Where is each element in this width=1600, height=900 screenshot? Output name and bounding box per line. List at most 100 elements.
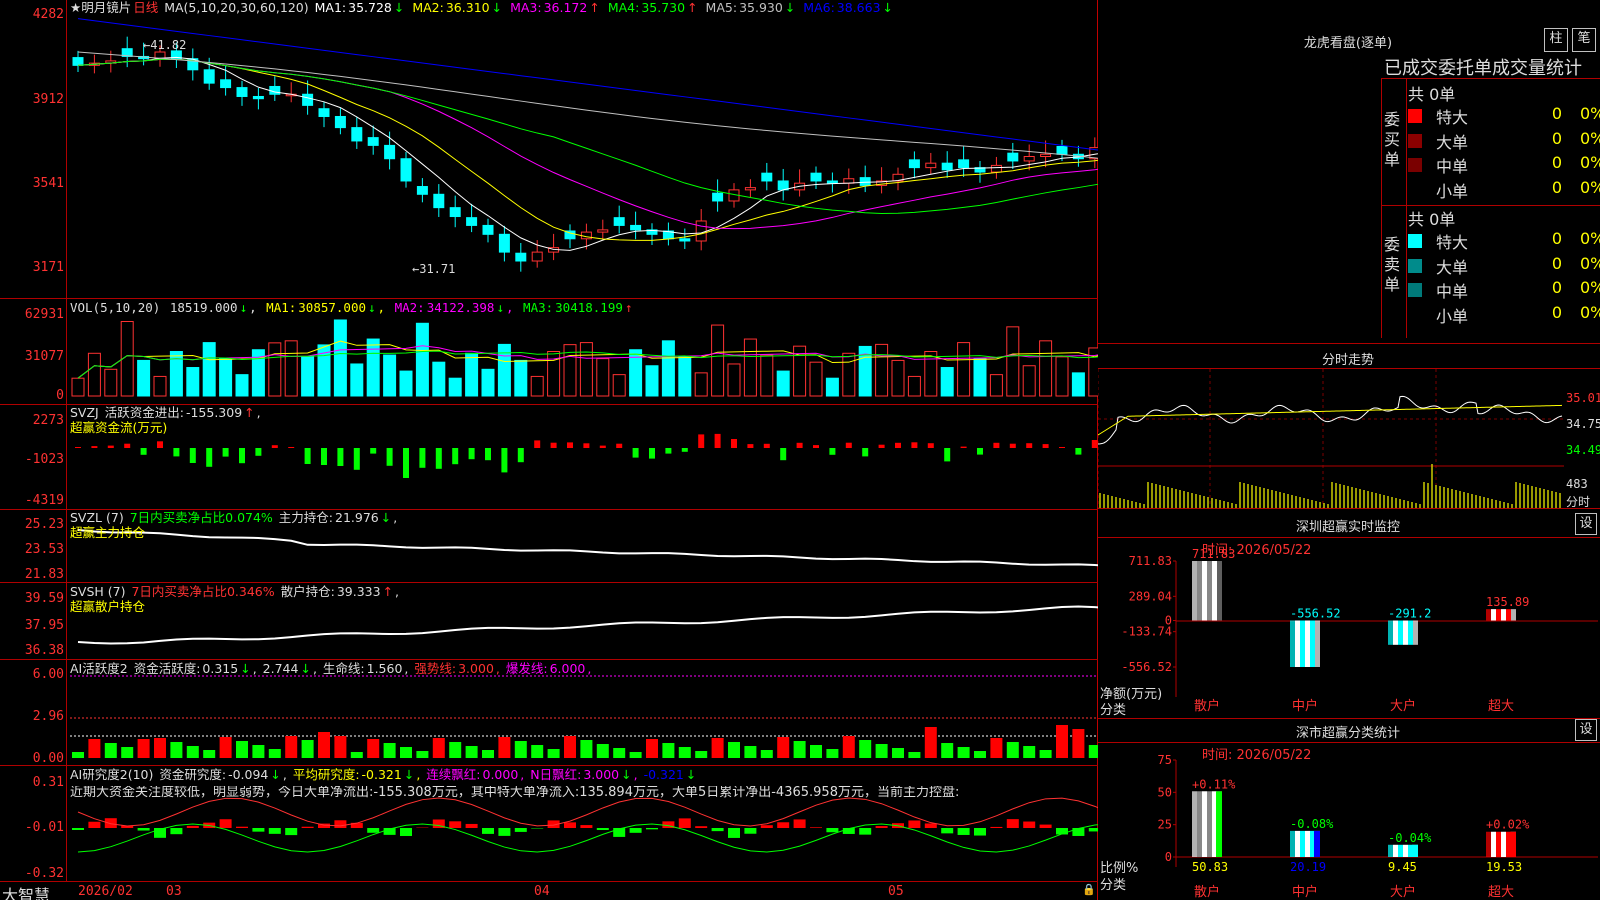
ai1-bar: [498, 737, 511, 758]
candle: [269, 85, 281, 95]
period-label[interactable]: 日线: [133, 0, 158, 15]
pen-mode-button[interactable]: 笔: [1572, 28, 1596, 52]
row-pct: 0%: [1580, 128, 1600, 148]
svzj-bar: [960, 446, 967, 448]
bar-stripe: [1388, 620, 1393, 645]
ai2-bar: [580, 825, 593, 828]
ai1-bar: [744, 746, 757, 758]
stats-settings-button[interactable]: 设: [1575, 719, 1597, 741]
candle: [531, 251, 543, 262]
svzj-bar: [271, 445, 278, 448]
monitor-bar-chart[interactable]: 711.83289.040-133.74-556.52711.83散户-556.…: [1098, 540, 1600, 715]
buy-row: 中单 0 0%: [1408, 153, 1600, 177]
ai2-bar: [482, 828, 494, 834]
bar-stripe: [1491, 609, 1496, 621]
svzj-bar: [616, 443, 623, 448]
candle: [630, 224, 642, 231]
ai1-bar: [72, 752, 84, 758]
ai2-bar: [646, 828, 658, 830]
ai1-bar: [252, 745, 265, 758]
y-tick: 711.83: [1129, 554, 1172, 568]
svzj-bar: [731, 439, 737, 448]
bar-stripe: [1501, 609, 1506, 621]
ai1-bar: [596, 744, 609, 758]
bar-stripe: [1290, 830, 1295, 857]
bar-stripe: [1305, 620, 1310, 667]
candle: [712, 192, 724, 202]
stock-name[interactable]: ★明月镜片: [70, 0, 131, 15]
ai2-comment: 近期大资金关注度较低，明显弱势，今日大单净流出:-155.308万元，其中特大单…: [70, 786, 960, 800]
ai1-bar: [793, 741, 806, 758]
ai1-bar: [88, 739, 101, 758]
buy-total: 共 0单: [1408, 85, 1456, 104]
row-value: 0: [1551, 128, 1562, 148]
ai2-bar: [367, 828, 380, 833]
bar-stripe: [1496, 609, 1501, 621]
svzj-subtitle: 超赢资金流(万元): [70, 420, 168, 435]
low-price-label: ←31.71: [412, 262, 456, 276]
candle: [958, 159, 970, 169]
bar-stripe: [1212, 561, 1217, 621]
volume-bar: [301, 356, 315, 397]
candle: [384, 144, 396, 160]
svzj-bar: [698, 434, 705, 448]
volume-bar: [432, 361, 446, 397]
y-tick: 50: [1158, 785, 1172, 799]
lock-icon[interactable]: 🔒: [1082, 883, 1096, 896]
bar-stripe: [1486, 609, 1491, 621]
bar-mode-button[interactable]: 柱: [1544, 28, 1568, 52]
row-name: 大单: [1436, 257, 1469, 277]
candle: [318, 108, 330, 117]
buy-row: 小单 0 0%: [1408, 178, 1600, 202]
chart-area[interactable]: 4282 3912 3541 3171 62931 31077 0 2273 -…: [0, 0, 1098, 900]
brand-label: 大智慧: [2, 886, 51, 900]
svzj-bar: [337, 448, 344, 466]
svzj-bar: [1059, 447, 1065, 448]
row-pct: 0%: [1580, 253, 1600, 273]
bar-stripe: [1388, 844, 1393, 857]
volume-bar: [891, 359, 905, 397]
candle: [252, 95, 264, 100]
bar-stripe: [1305, 830, 1310, 857]
svzj-bar: [567, 442, 573, 448]
volume-bar: [924, 351, 938, 397]
category-label: 散户: [1194, 698, 1220, 714]
candle: [1007, 152, 1019, 162]
ai2-bar: [744, 828, 757, 834]
ai1-bar: [957, 747, 970, 758]
volume-bar: [333, 319, 347, 397]
volume-bar: [1022, 365, 1036, 397]
svzj-bar: [1026, 443, 1033, 448]
svzj-bar: [550, 442, 557, 448]
ai1-bar: [236, 741, 248, 758]
intraday-chart[interactable]: [1098, 369, 1564, 508]
volume-bar: [1071, 372, 1085, 397]
bar-stripe: [1408, 620, 1413, 645]
svzl-header: SVZL (7) 7日内买卖净占比0.074% 主力持仓: 21.976 ↓,: [70, 510, 398, 525]
kline-chart[interactable]: [0, 0, 1098, 882]
stats-bar-chart[interactable]: 75 50 25 0 +0.11% 50.83 散户 -0.08% 20.19 中户 -0.04% 9…: [1098, 745, 1600, 900]
main-header: ★明月镜片 日线 MA(5,10,20,30,60,120) MA1: 35.728…: [70, 1, 897, 15]
svzj-bar: [895, 442, 901, 448]
monitor-settings-button[interactable]: 设: [1575, 513, 1597, 535]
ai1-bar: [908, 752, 921, 758]
ai2-bar: [875, 826, 888, 828]
svzl-line: [77, 529, 1098, 567]
bar-accent: [1216, 791, 1222, 857]
svzj-bar: [189, 448, 196, 463]
bar-stripe: [1393, 844, 1398, 857]
y-tick: 25: [1158, 818, 1172, 832]
bar-accent: [1412, 844, 1418, 857]
svzj-bar: [993, 442, 1000, 448]
candle: [220, 79, 232, 89]
ai1-bar: [580, 740, 593, 758]
ai2-bar: [957, 828, 970, 835]
svsh-header: SVSH (7) 7日内买卖净占比0.346% 散户持仓: 39.333 ↑,: [70, 584, 400, 599]
bar-stripe: [1501, 831, 1506, 857]
ai2-bar: [88, 821, 101, 828]
bar-value: 19.53: [1486, 860, 1522, 874]
volume-bar: [842, 352, 856, 397]
candle: [777, 180, 789, 191]
ai2-bar: [810, 827, 822, 828]
category-bar: [1486, 831, 1516, 857]
